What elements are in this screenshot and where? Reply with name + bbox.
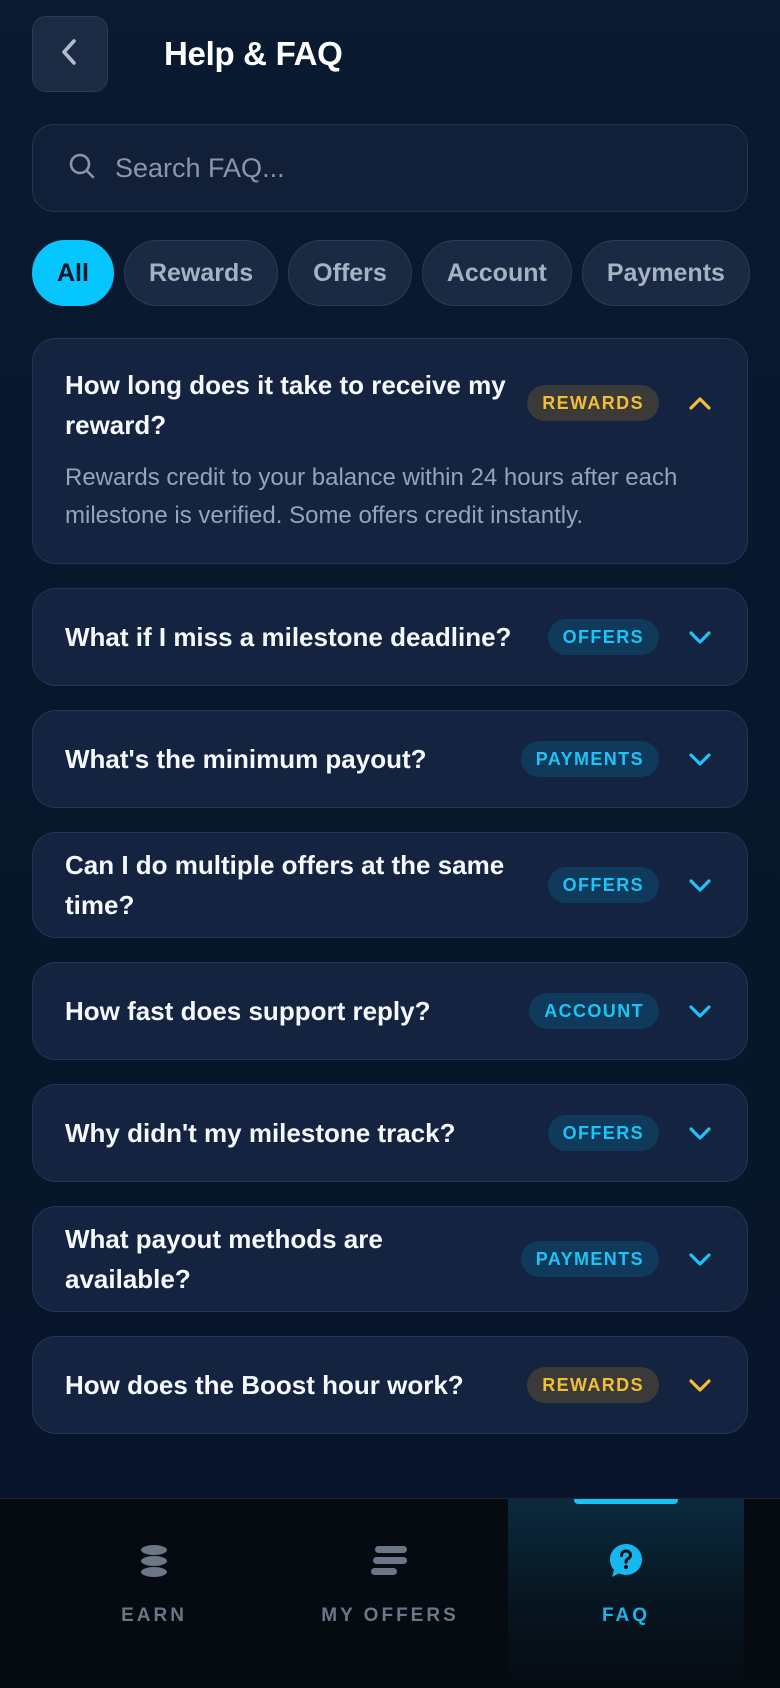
faq-screen: Help & FAQ All Rewards Offers Account Pa… [0, 0, 780, 1688]
category-badge: OFFERS [547, 1115, 659, 1151]
filter-chip-all[interactable]: All [32, 240, 114, 306]
header: Help & FAQ [32, 16, 343, 92]
faq-question: How does the Boost hour work? [65, 1370, 464, 1400]
nav-item-my-offers[interactable]: MY OFFERS [272, 1499, 508, 1688]
faq-header[interactable]: How long does it take to receive my rewa… [65, 339, 715, 455]
back-button[interactable] [32, 16, 108, 92]
category-badge: OFFERS [547, 867, 659, 903]
faq-question: Can I do multiple offers at the same tim… [65, 850, 505, 920]
filter-chip-rewards[interactable]: Rewards [123, 240, 279, 306]
faq-question: What if I miss a milestone deadline? [65, 622, 512, 652]
faq-question: How long does it take to receive my rewa… [65, 370, 506, 440]
chevron-down-icon[interactable] [679, 1364, 721, 1406]
faq-header[interactable]: How fast does support reply? ACCOUNT [65, 963, 715, 1059]
faq-item[interactable]: How long does it take to receive my rewa… [32, 338, 748, 564]
coins-stack-icon [137, 1539, 171, 1583]
faq-header[interactable]: Can I do multiple offers at the same tim… [65, 833, 715, 937]
nav-label-faq: FAQ [601, 1605, 651, 1626]
faq-question: What's the minimum payout? [65, 744, 427, 774]
faq-item[interactable]: What if I miss a milestone deadline? OFF… [32, 588, 748, 686]
faq-header[interactable]: What's the minimum payout? PAYMENTS [65, 711, 715, 807]
category-badge: REWARDS [527, 385, 659, 421]
faq-item[interactable]: How fast does support reply? ACCOUNT [32, 962, 748, 1060]
faq-item[interactable]: What's the minimum payout? PAYMENTS [32, 710, 748, 808]
faq-header[interactable]: What payout methods are available? PAYME… [65, 1207, 715, 1311]
faq-item[interactable]: What payout methods are available? PAYME… [32, 1206, 748, 1312]
nav-item-earn[interactable]: EARN [36, 1499, 272, 1688]
chevron-down-icon[interactable] [679, 616, 721, 658]
filter-chip-account[interactable]: Account [421, 240, 572, 306]
faq-question: What payout methods are available? [65, 1224, 383, 1294]
chevron-left-icon [57, 37, 83, 72]
category-badge: OFFERS [547, 619, 659, 655]
faq-item[interactable]: Can I do multiple offers at the same tim… [32, 832, 748, 938]
chevron-down-icon[interactable] [679, 1112, 721, 1154]
chevron-up-icon[interactable] [679, 382, 721, 424]
faq-question: How fast does support reply? [65, 996, 431, 1026]
filter-chip-payments[interactable]: Payments [581, 240, 750, 306]
faq-header[interactable]: Why didn't my milestone track? OFFERS [65, 1085, 715, 1181]
faq-header[interactable]: How does the Boost hour work? REWARDS [65, 1337, 715, 1433]
nav-label-earn: EARN [121, 1605, 187, 1626]
page-title: Help & FAQ [164, 35, 343, 72]
nav-label-my-offers: MY OFFERS [321, 1605, 459, 1626]
nav-item-faq[interactable]: FAQ [508, 1499, 744, 1688]
chevron-down-icon[interactable] [679, 738, 721, 780]
category-filters: All Rewards Offers Account Payments [32, 240, 750, 306]
search-icon [67, 151, 97, 186]
bottom-nav: EARN MY OFFERS FAQ [0, 1498, 780, 1688]
category-badge: PAYMENTS [520, 741, 659, 777]
faq-item[interactable]: How does the Boost hour work? REWARDS [32, 1336, 748, 1434]
chevron-down-icon[interactable] [679, 1238, 721, 1280]
faq-item[interactable]: Why didn't my milestone track? OFFERS [32, 1084, 748, 1182]
chevron-down-icon[interactable] [679, 864, 721, 906]
category-badge: ACCOUNT [529, 993, 659, 1029]
search-bar[interactable] [32, 124, 748, 212]
help-chat-icon [608, 1539, 644, 1583]
active-tab-indicator [574, 1499, 678, 1504]
list-icon [371, 1539, 409, 1583]
filter-chip-offers[interactable]: Offers [288, 240, 412, 306]
category-badge: PAYMENTS [520, 1241, 659, 1277]
faq-list: How long does it take to receive my rewa… [32, 338, 748, 1458]
chevron-down-icon[interactable] [679, 990, 721, 1032]
faq-answer: Rewards credit to your balance within 24… [65, 464, 678, 529]
faq-question: Why didn't my milestone track? [65, 1118, 456, 1148]
search-input[interactable] [115, 152, 675, 184]
faq-header[interactable]: What if I miss a milestone deadline? OFF… [65, 589, 715, 685]
category-badge: REWARDS [527, 1367, 659, 1403]
